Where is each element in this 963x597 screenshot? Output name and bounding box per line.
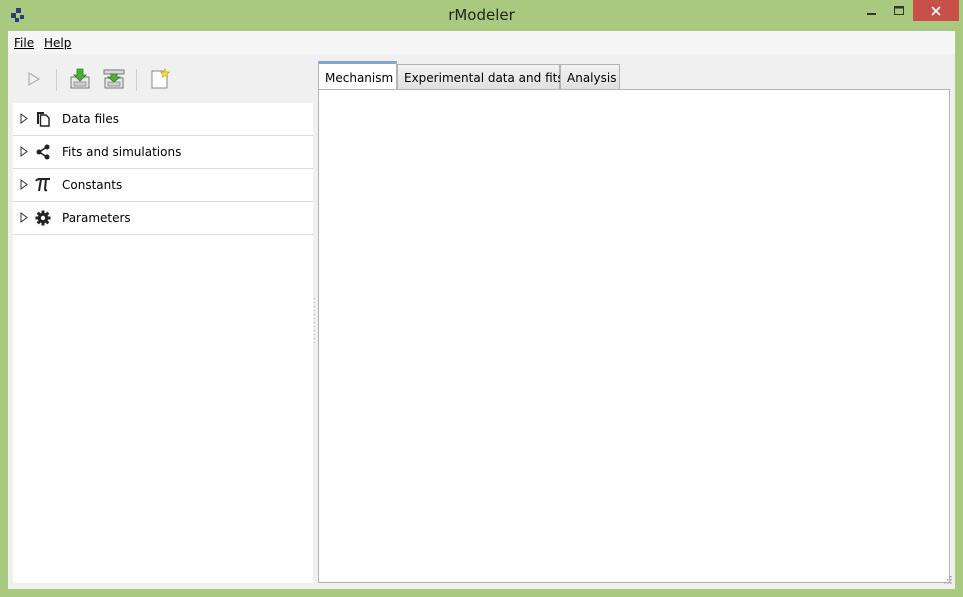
expand-arrow-icon xyxy=(20,212,28,223)
splitter-handle[interactable] xyxy=(313,296,316,346)
tree-item-constants[interactable]: Constants xyxy=(13,169,313,202)
maximize-button[interactable] xyxy=(886,0,912,21)
resize-grip-icon[interactable] xyxy=(942,576,952,586)
client-area: File Help Data files Fits and simulation… xyxy=(8,31,955,589)
import-green-icon xyxy=(70,68,90,89)
new-document-icon xyxy=(151,68,171,89)
tab-label: Analysis xyxy=(567,71,617,85)
expand-arrow-icon xyxy=(20,179,28,190)
tab-label: Mechanism xyxy=(325,71,394,85)
title-bar[interactable]: rModeler xyxy=(0,0,963,31)
new-button[interactable] xyxy=(148,67,172,91)
export-green-icon xyxy=(103,69,125,89)
menu-help-label: Help xyxy=(44,36,72,50)
tree-item-label: Fits and simulations xyxy=(62,145,182,159)
toolbar-separator xyxy=(56,69,57,91)
gear-icon xyxy=(35,210,51,226)
copy-files-icon xyxy=(35,111,51,127)
tree-item-label: Data files xyxy=(62,112,119,126)
project-tree: Data files Fits and simulations Constant… xyxy=(13,103,313,583)
tab-experimental-data-and-fits[interactable]: Experimental data and fits xyxy=(397,64,564,89)
window-title: rModeler xyxy=(448,6,515,24)
tree-item-label: Parameters xyxy=(62,211,131,225)
toolbar-separator xyxy=(136,69,137,91)
minimize-icon xyxy=(867,12,876,15)
menu-bar: File Help xyxy=(8,31,955,54)
menu-file[interactable]: File xyxy=(14,36,34,50)
import-button[interactable] xyxy=(68,67,92,91)
run-button[interactable] xyxy=(22,67,46,91)
tree-item-label: Constants xyxy=(62,178,123,192)
toolbar xyxy=(8,54,318,102)
app-window: rModeler File Help Data files Fits and s… xyxy=(0,0,963,597)
close-icon xyxy=(931,5,941,16)
play-icon xyxy=(28,71,41,87)
minimize-button[interactable] xyxy=(859,0,885,21)
pi-icon xyxy=(35,177,51,193)
tab-analysis[interactable]: Analysis xyxy=(560,64,620,89)
tree-item-fits-and-simulations[interactable]: Fits and simulations xyxy=(13,136,313,169)
export-button[interactable] xyxy=(102,67,126,91)
expand-arrow-icon xyxy=(20,113,28,124)
maximize-icon xyxy=(894,5,904,15)
menu-help[interactable]: Help xyxy=(44,36,71,50)
expand-arrow-icon xyxy=(20,146,28,157)
tab-label: Experimental data and fits xyxy=(404,71,564,85)
mechanism-tab-pane[interactable] xyxy=(318,89,950,583)
tree-item-parameters[interactable]: Parameters xyxy=(13,202,313,235)
menu-file-label: File xyxy=(14,36,35,50)
tree-item-data-files[interactable]: Data files xyxy=(13,103,313,136)
tab-mechanism[interactable]: Mechanism xyxy=(318,61,397,89)
share-nodes-icon xyxy=(35,144,51,160)
close-button[interactable] xyxy=(913,0,959,21)
